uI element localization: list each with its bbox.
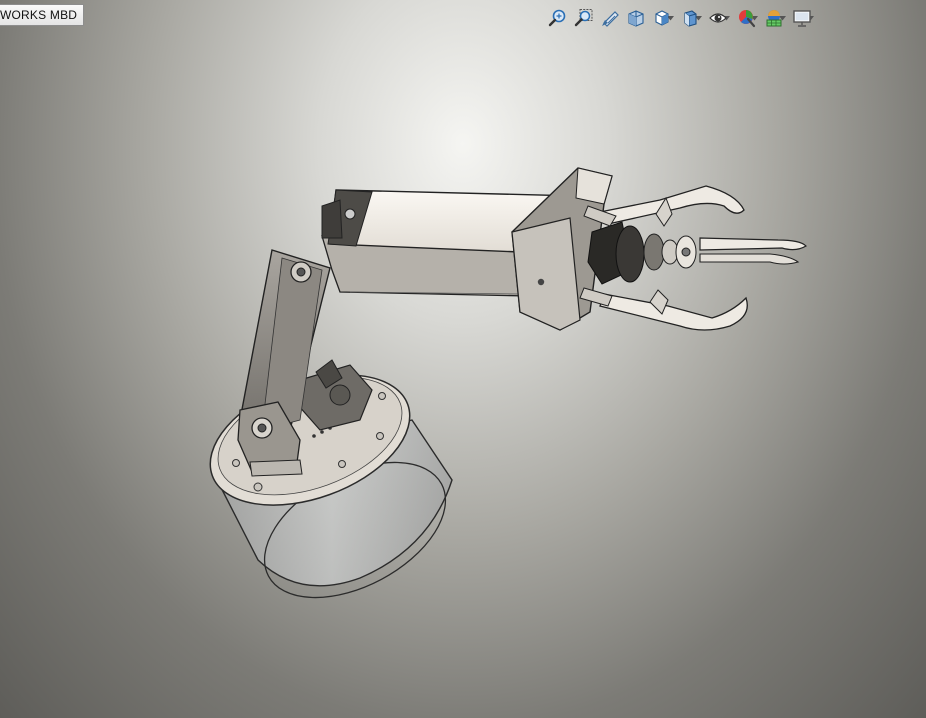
tab-mbd[interactable]: WORKS MBD: [0, 4, 85, 26]
apply-scene-button[interactable]: [764, 8, 784, 28]
zoom-to-area-button[interactable]: [574, 8, 594, 28]
hide-show-items-icon: [709, 13, 727, 23]
gripper-servo: [587, 221, 697, 285]
heads-up-view-toolbar: [548, 8, 820, 28]
view-orientation-icon: [655, 10, 669, 26]
apply-scene-icon: [766, 10, 782, 27]
zoom-to-area-icon: [574, 9, 593, 27]
edit-appearance-icon: [739, 10, 756, 28]
graphics-area[interactable]: WORKS MBD: [0, 0, 926, 718]
view-settings-button[interactable]: [792, 8, 812, 28]
display-style-icon: [684, 10, 697, 27]
edit-appearance-button[interactable]: [736, 8, 756, 28]
zoom-to-fit-button[interactable]: [548, 8, 568, 28]
previous-view-button[interactable]: [600, 8, 620, 28]
previous-view-icon: [602, 11, 619, 27]
hide-show-items-button[interactable]: [708, 8, 728, 28]
section-view-icon: [628, 10, 644, 27]
robot-arm-model[interactable]: [0, 0, 926, 718]
section-view-button[interactable]: [626, 8, 646, 28]
display-style-button[interactable]: [680, 8, 700, 28]
tab-mbd-label: WORKS MBD: [0, 8, 78, 22]
zoom-to-fit-icon: [548, 9, 566, 27]
view-settings-icon: [793, 10, 811, 27]
view-orientation-button[interactable]: [652, 8, 672, 28]
